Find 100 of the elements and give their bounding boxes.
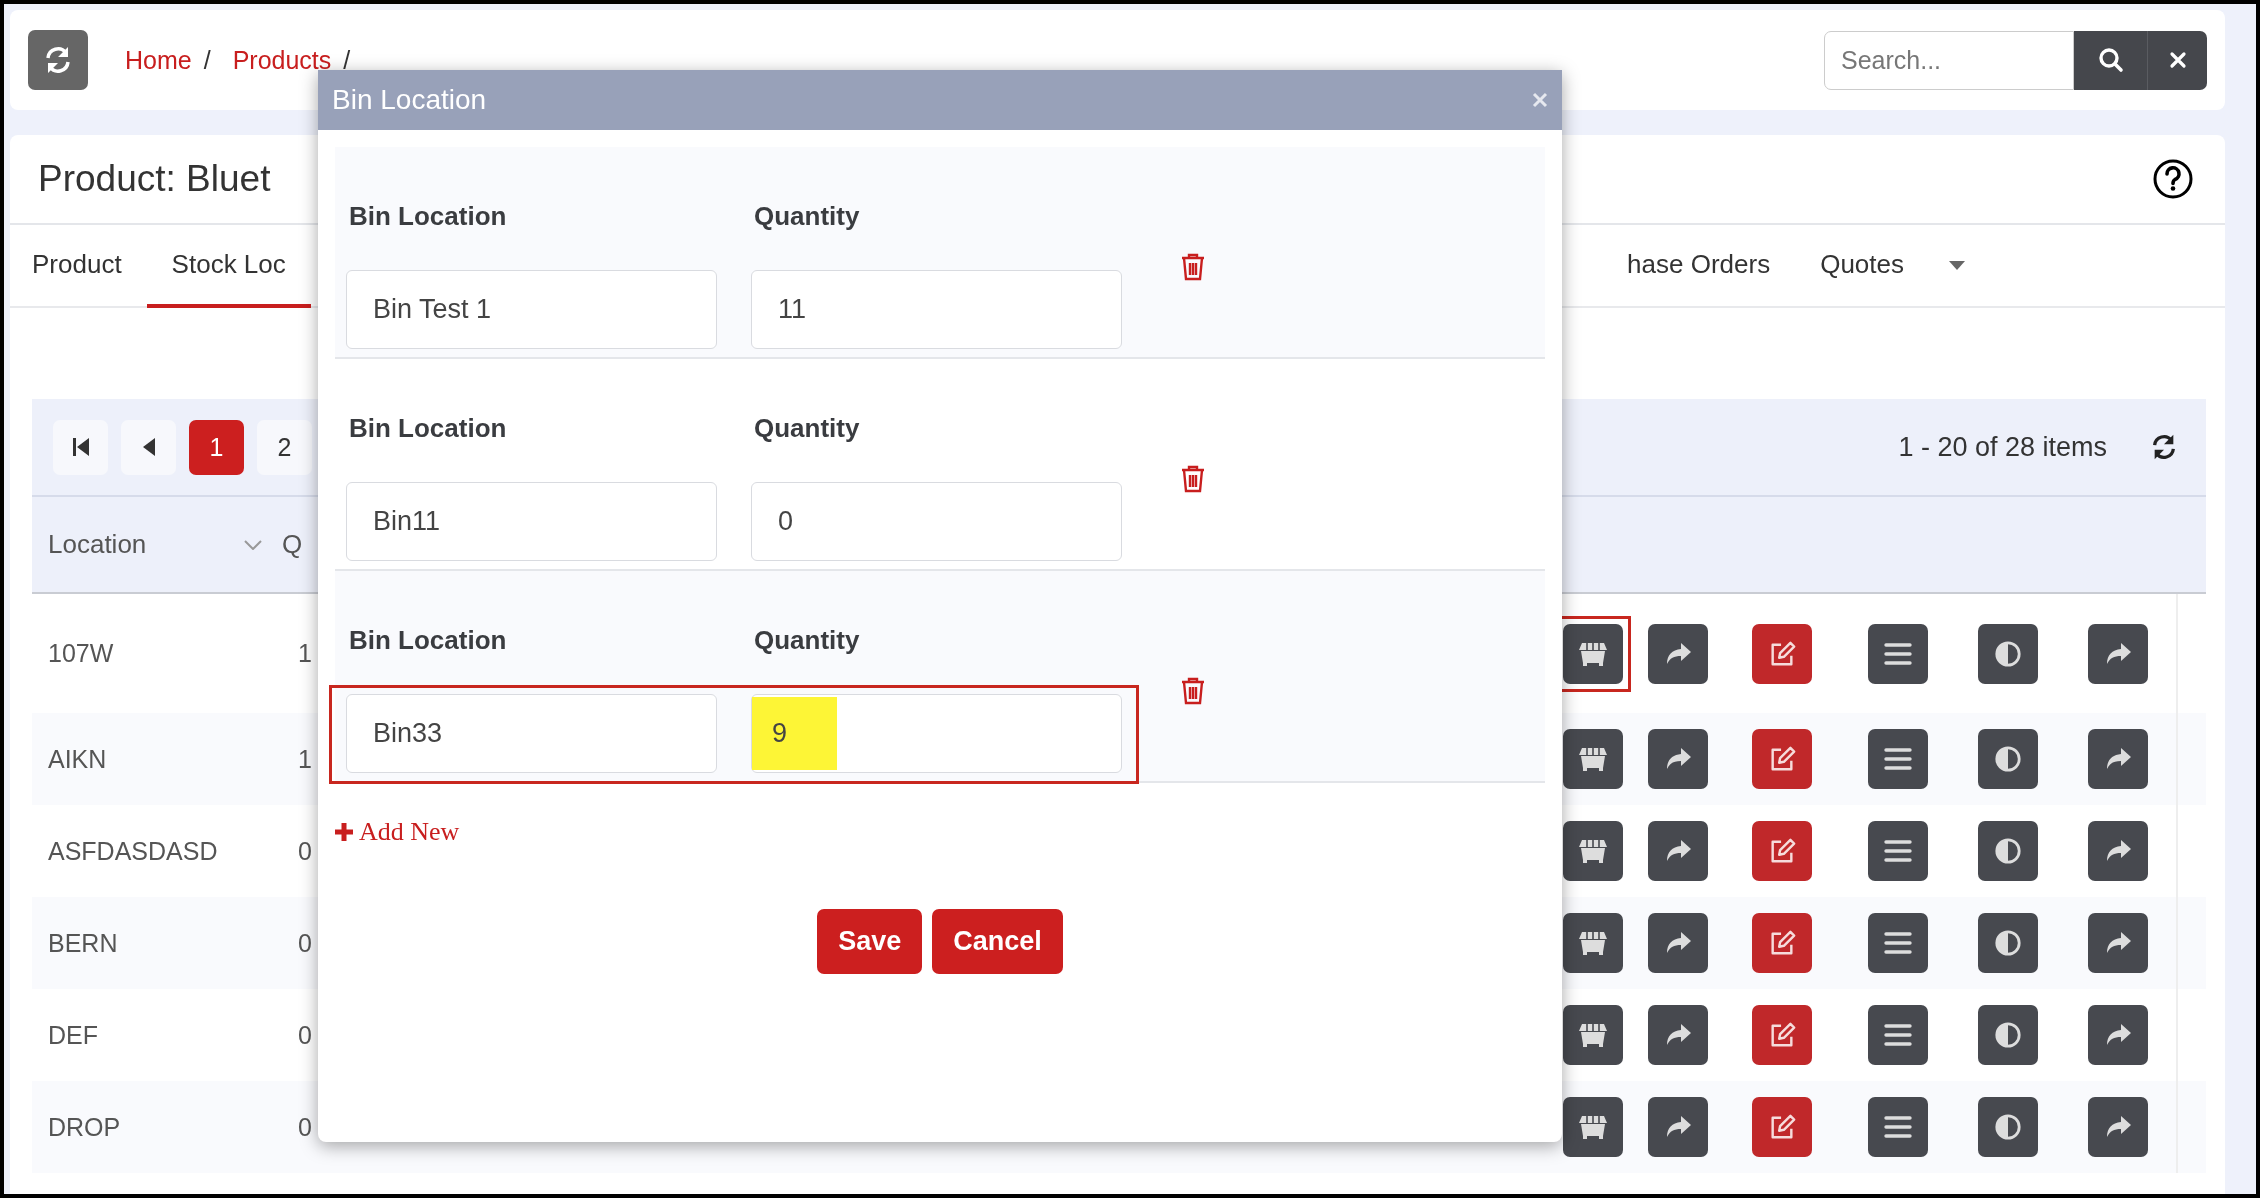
refresh-icon[interactable]	[2150, 433, 2178, 461]
table-cell-text: 107W	[47, 639, 115, 668]
tab[interactable]: Product	[10, 225, 147, 308]
quantity-field[interactable]: 11	[751, 270, 1122, 349]
previous-page-button[interactable]	[121, 419, 176, 475]
bin-location-field[interactable]: Bin Test 1	[346, 270, 717, 349]
product-title: Product: Bluet	[37, 158, 271, 200]
tab[interactable]: Stock Loc	[146, 225, 311, 308]
dumpster-icon	[1578, 1113, 1608, 1141]
share-button[interactable]	[2088, 1005, 2148, 1065]
dialog-button[interactable]: Cancel	[932, 909, 1063, 974]
help-icon[interactable]	[2153, 159, 2193, 199]
contrast-button[interactable]	[1978, 1097, 2038, 1157]
breadcrumb-link[interactable]: Products	[232, 45, 332, 75]
pager-summary: 1 - 20 of 28 items	[1898, 431, 2107, 463]
dumpster-button[interactable]	[1563, 1005, 1623, 1065]
dumpster-button[interactable]	[1563, 729, 1623, 789]
share-button[interactable]	[1648, 1005, 1708, 1065]
table-cell: 0	[298, 928, 312, 958]
table-cell-text: AIKN	[47, 744, 108, 774]
list-button[interactable]	[1868, 821, 1928, 881]
breadcrumb-link[interactable]: Home	[125, 45, 192, 75]
first-page-icon	[72, 438, 89, 456]
contrast-icon	[1993, 1021, 2023, 1049]
table-cell: 0	[298, 1020, 312, 1050]
contrast-button[interactable]	[1978, 821, 2038, 881]
share-button[interactable]	[1648, 1097, 1708, 1157]
field-label: Quantity	[754, 625, 860, 655]
delete-button[interactable]	[1181, 465, 1205, 493]
bin-location-field[interactable]: Bin33	[346, 694, 717, 773]
refresh-button[interactable]	[28, 30, 88, 90]
table-cell-text: ASFDASDASD	[47, 836, 219, 866]
dumpster-button[interactable]	[1563, 821, 1623, 881]
first-page-button[interactable]	[53, 419, 108, 475]
page-button[interactable]: 2	[257, 419, 312, 475]
plus-icon	[335, 823, 353, 841]
edit-button[interactable]	[1752, 913, 1812, 973]
dumpster-button[interactable]	[1563, 913, 1623, 973]
trash-icon	[1181, 253, 1205, 281]
column-header[interactable]: Location	[48, 529, 147, 560]
share-button[interactable]	[1648, 729, 1708, 789]
breadcrumb-separator: /	[343, 45, 351, 75]
contrast-icon	[1993, 1113, 2023, 1141]
quantity-field[interactable]: 9	[751, 694, 1122, 773]
table-cell-text: DROP	[47, 1112, 122, 1142]
list-button[interactable]	[1868, 1005, 1928, 1065]
list-icon	[1883, 1113, 1913, 1141]
previous-page-icon	[142, 438, 155, 456]
edit-button[interactable]	[1752, 623, 1812, 684]
dumpster-button[interactable]	[1563, 1097, 1623, 1157]
refresh-icon	[43, 45, 73, 75]
list-button[interactable]	[1868, 623, 1928, 684]
search-field[interactable]: Search...	[1824, 30, 2074, 90]
bin-location-field[interactable]: Bin11	[346, 482, 717, 561]
dumpster-icon	[1578, 1021, 1608, 1049]
field-label: Quantity	[754, 201, 860, 231]
dialog-title: Bin Location	[332, 84, 487, 116]
dumpster-button[interactable]	[1563, 623, 1623, 684]
share-button[interactable]	[2088, 1097, 2148, 1157]
share-button[interactable]	[1648, 623, 1708, 684]
close-button[interactable]	[2147, 30, 2207, 90]
dropdown-caret-icon[interactable]	[1949, 261, 1965, 270]
edit-button[interactable]	[1752, 821, 1812, 881]
share-button[interactable]	[2088, 913, 2148, 973]
list-icon	[1883, 1021, 1913, 1049]
tab[interactable]: Quotes	[1795, 225, 1929, 308]
list-icon	[1883, 837, 1913, 865]
contrast-icon	[1993, 745, 2023, 773]
delete-button[interactable]	[1181, 677, 1205, 705]
search-icon	[2097, 47, 2124, 73]
field-label: Quantity	[754, 413, 860, 443]
quantity-field[interactable]: 0	[751, 482, 1122, 561]
field-label: Bin Location	[349, 625, 508, 655]
delete-button[interactable]	[1181, 253, 1205, 281]
search-button[interactable]	[2074, 30, 2147, 90]
contrast-button[interactable]	[1978, 1005, 2038, 1065]
column-header[interactable]: Q	[282, 529, 303, 560]
list-button[interactable]	[1868, 729, 1928, 789]
contrast-button[interactable]	[1978, 729, 2038, 789]
contrast-button[interactable]	[1978, 913, 2038, 973]
tab[interactable]: hase Orders	[1605, 225, 1796, 308]
page-button[interactable]: 1	[189, 419, 244, 475]
dumpster-icon	[1578, 929, 1608, 957]
edit-button[interactable]	[1752, 729, 1812, 789]
table-cell-text: BERN	[47, 928, 119, 958]
list-icon	[1883, 929, 1913, 957]
contrast-icon	[1993, 837, 2023, 865]
trash-icon	[1181, 677, 1205, 705]
share-button[interactable]	[2088, 623, 2148, 684]
share-button[interactable]	[1648, 913, 1708, 973]
contrast-button[interactable]	[1978, 623, 2038, 684]
share-button[interactable]	[1648, 821, 1708, 881]
list-button[interactable]	[1868, 1097, 1928, 1157]
add-new-link[interactable]: Add New	[335, 817, 460, 847]
share-button[interactable]	[2088, 729, 2148, 789]
dialog-button[interactable]: Save	[817, 909, 923, 974]
list-button[interactable]	[1868, 913, 1928, 973]
edit-button[interactable]	[1752, 1097, 1812, 1157]
share-button[interactable]	[2088, 821, 2148, 881]
edit-button[interactable]	[1752, 1005, 1812, 1065]
